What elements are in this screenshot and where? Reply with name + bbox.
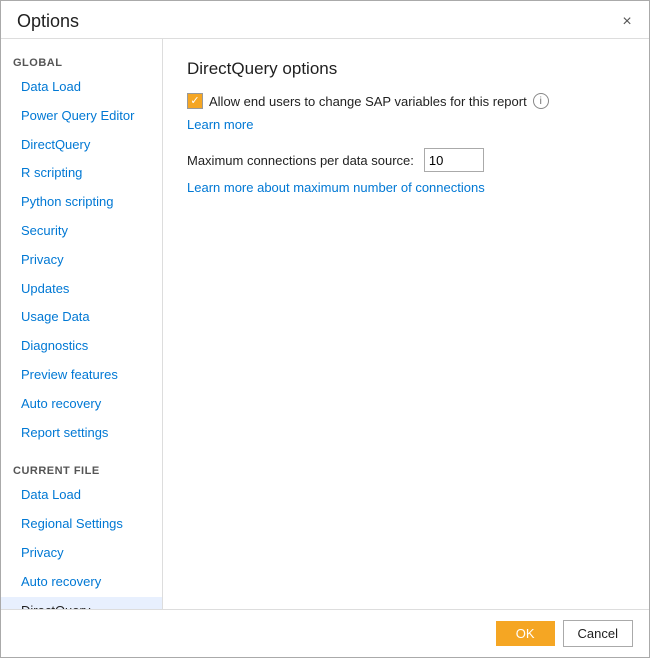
checkmark-icon: ✓ bbox=[190, 96, 199, 107]
cancel-button[interactable]: Cancel bbox=[563, 620, 633, 647]
max-connections-label: Maximum connections per data source: bbox=[187, 153, 414, 168]
sidebar-item-directquery-global[interactable]: DirectQuery bbox=[1, 131, 162, 160]
learn-more-link-1[interactable]: Learn more bbox=[187, 117, 625, 132]
sidebar: GLOBAL Data Load Power Query Editor Dire… bbox=[1, 39, 163, 609]
sidebar-item-python-scripting[interactable]: Python scripting bbox=[1, 188, 162, 217]
sidebar-item-preview-features[interactable]: Preview features bbox=[1, 361, 162, 390]
max-connections-row: Maximum connections per data source: bbox=[187, 148, 625, 172]
sidebar-item-auto-recovery[interactable]: Auto recovery bbox=[1, 390, 162, 419]
sidebar-item-data-load[interactable]: Data Load bbox=[1, 73, 162, 102]
sidebar-item-privacy[interactable]: Privacy bbox=[1, 246, 162, 275]
sidebar-item-diagnostics[interactable]: Diagnostics bbox=[1, 332, 162, 361]
sidebar-item-data-load-cf[interactable]: Data Load bbox=[1, 481, 162, 510]
content-title: DirectQuery options bbox=[187, 59, 625, 79]
max-connections-input[interactable] bbox=[424, 148, 484, 172]
checkbox-row: ✓ Allow end users to change SAP variable… bbox=[187, 93, 625, 109]
content-area: DirectQuery options ✓ Allow end users to… bbox=[163, 39, 649, 609]
current-file-section-label: CURRENT FILE bbox=[1, 457, 162, 481]
sidebar-item-auto-recovery-cf[interactable]: Auto recovery bbox=[1, 568, 162, 597]
title-bar: Options × bbox=[1, 1, 649, 38]
dialog-body: GLOBAL Data Load Power Query Editor Dire… bbox=[1, 38, 649, 609]
checkbox-label: Allow end users to change SAP variables … bbox=[209, 94, 527, 109]
info-icon[interactable]: i bbox=[533, 93, 549, 109]
sidebar-item-regional-settings[interactable]: Regional Settings bbox=[1, 510, 162, 539]
sap-variables-checkbox[interactable]: ✓ bbox=[187, 93, 203, 109]
sidebar-item-privacy-cf[interactable]: Privacy bbox=[1, 539, 162, 568]
global-section-label: GLOBAL bbox=[1, 49, 162, 73]
dialog-title: Options bbox=[17, 11, 79, 32]
sidebar-item-power-query-editor[interactable]: Power Query Editor bbox=[1, 102, 162, 131]
sidebar-item-usage-data[interactable]: Usage Data bbox=[1, 303, 162, 332]
ok-button[interactable]: OK bbox=[496, 621, 555, 646]
sidebar-item-updates[interactable]: Updates bbox=[1, 275, 162, 304]
footer: OK Cancel bbox=[1, 609, 649, 657]
learn-more-link-2[interactable]: Learn more about maximum number of conne… bbox=[187, 180, 625, 195]
close-button[interactable]: × bbox=[617, 12, 637, 32]
sidebar-item-r-scripting[interactable]: R scripting bbox=[1, 159, 162, 188]
options-dialog: Options × GLOBAL Data Load Power Query E… bbox=[0, 0, 650, 658]
sidebar-item-security[interactable]: Security bbox=[1, 217, 162, 246]
sidebar-item-directquery-cf[interactable]: DirectQuery bbox=[1, 597, 162, 609]
sidebar-item-report-settings-global[interactable]: Report settings bbox=[1, 419, 162, 448]
